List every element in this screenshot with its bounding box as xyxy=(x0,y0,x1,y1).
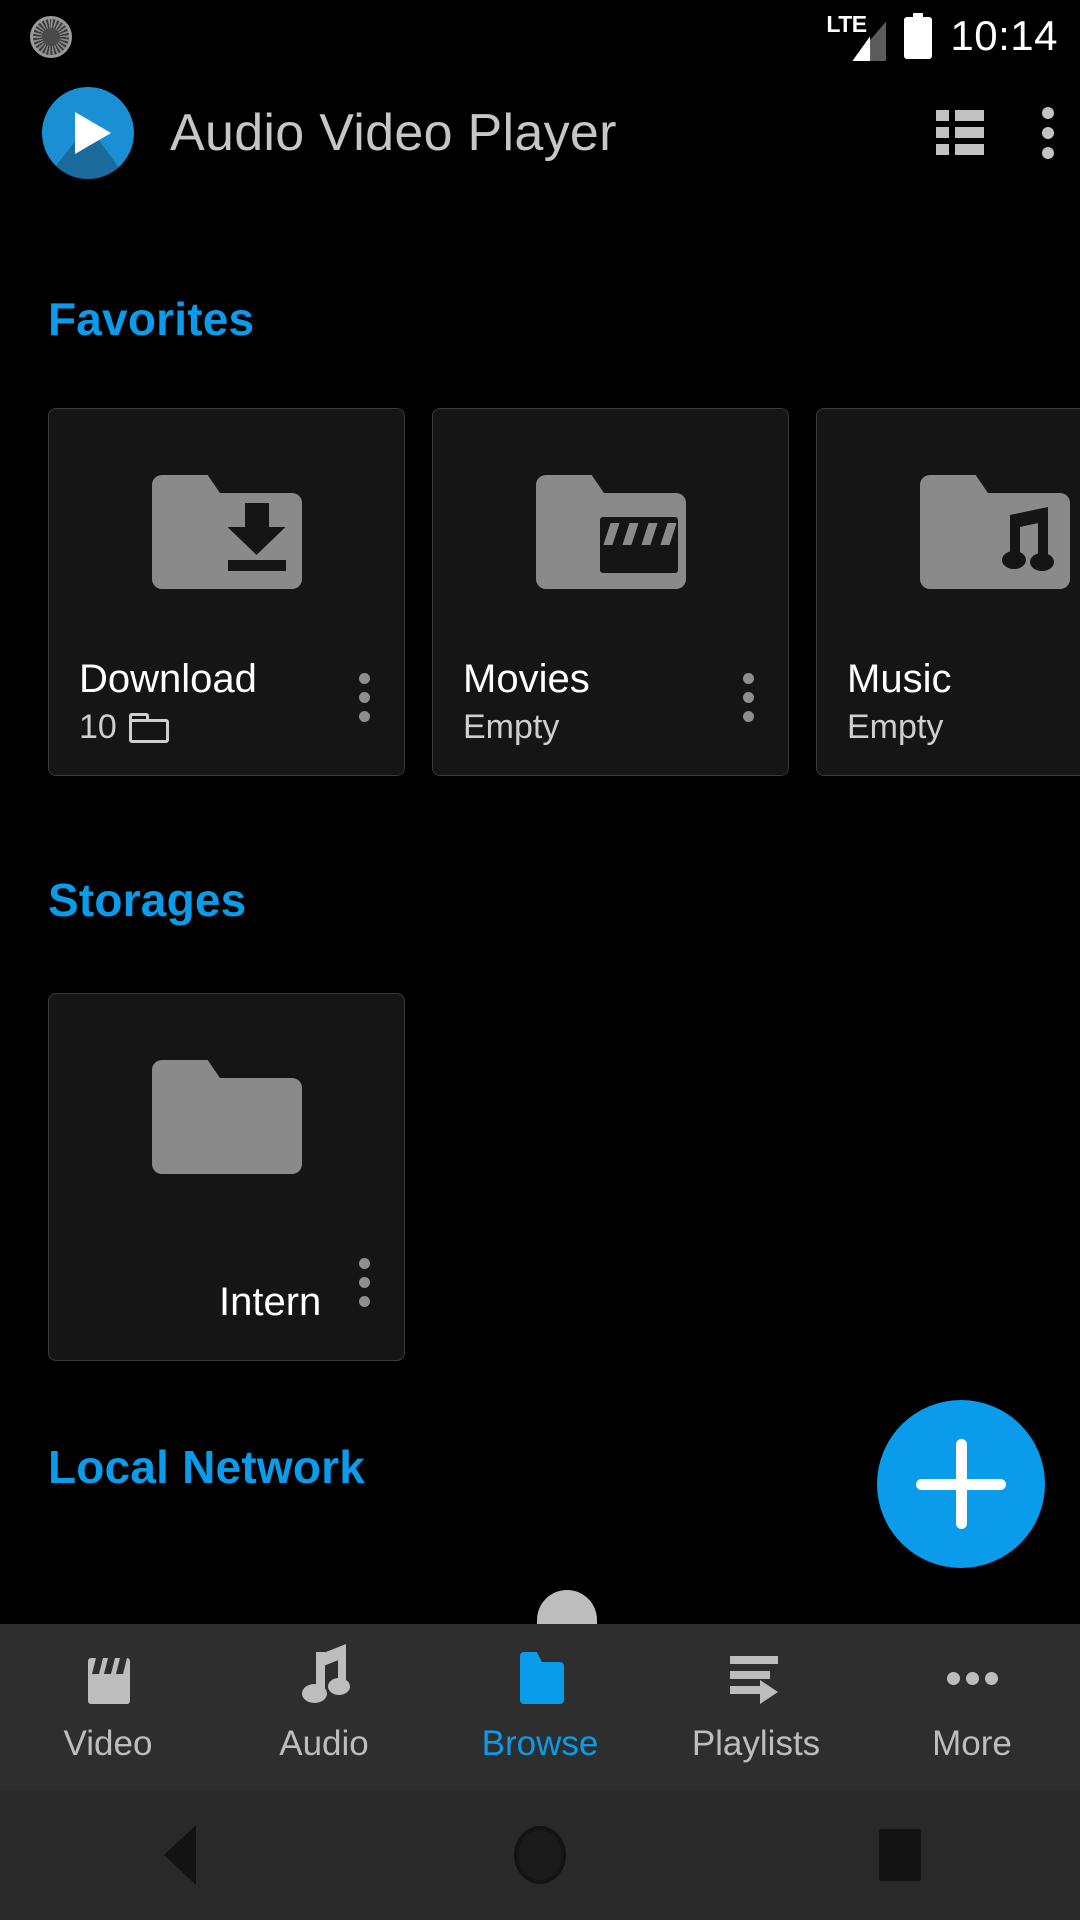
nav-label: Video xyxy=(63,1724,153,1763)
folder-music-icon xyxy=(817,457,1080,607)
folder-icon xyxy=(510,1650,570,1706)
card-overflow-icon[interactable] xyxy=(743,673,754,723)
more-dots-icon xyxy=(942,1650,1002,1706)
card-title: Music xyxy=(847,657,952,701)
back-triangle-icon xyxy=(164,1825,196,1885)
list-view-icon[interactable] xyxy=(936,110,984,156)
storage-card-internal-memory[interactable]: ory Intern xyxy=(48,993,405,1361)
storages-carousel[interactable]: ory Intern xyxy=(0,993,1080,1361)
network-type-label: LTE xyxy=(826,11,867,37)
playlist-icon xyxy=(726,1650,786,1706)
nav-tab-video[interactable]: Video xyxy=(0,1650,216,1764)
section-title-local-network: Local Network xyxy=(48,1441,366,1493)
card-overflow-icon[interactable] xyxy=(359,673,370,723)
add-button[interactable] xyxy=(877,1400,1045,1568)
music-note-icon xyxy=(294,1643,354,1706)
system-navigation-bar xyxy=(0,1790,1080,1920)
card-subtitle-text: Empty xyxy=(463,708,560,746)
phone-screen: LTE 10:14 Audio Video Player Favorites D… xyxy=(0,0,1080,1920)
play-circle-logo-icon xyxy=(42,87,134,179)
storage-card-title-marquee: ory Intern xyxy=(49,1280,339,1332)
system-back-button[interactable] xyxy=(0,1825,360,1885)
nav-label: Audio xyxy=(279,1724,369,1763)
favorite-card-download[interactable]: Download 10 xyxy=(48,408,405,776)
battery-full-icon xyxy=(904,13,933,59)
recents-square-icon xyxy=(879,1829,921,1881)
page-title: Audio Video Player xyxy=(170,104,617,162)
folder-outline-icon xyxy=(128,712,169,743)
nav-tab-playlists[interactable]: Playlists xyxy=(648,1650,864,1764)
nav-tab-audio[interactable]: Audio xyxy=(216,1643,432,1764)
card-title: Movies xyxy=(463,657,590,701)
favorite-card-movies[interactable]: Movies Empty xyxy=(432,408,789,776)
overflow-menu-icon[interactable] xyxy=(1042,107,1054,159)
bottom-navigation: Video Audio Browse Playlists More xyxy=(0,1624,1080,1790)
system-recents-button[interactable] xyxy=(720,1829,1080,1881)
player-panel-handle[interactable] xyxy=(537,1590,597,1624)
nav-label: Playlists xyxy=(691,1724,821,1763)
status-bar-clock: 10:14 xyxy=(950,12,1058,59)
card-subtitle-text: Empty xyxy=(847,708,944,746)
card-subtitle-text: 10 xyxy=(79,708,117,746)
folder-download-icon xyxy=(49,457,404,607)
card-overflow-icon[interactable] xyxy=(359,1258,370,1308)
status-bar-right: LTE 10:14 xyxy=(826,0,1058,72)
signal-bars-icon: LTE xyxy=(826,11,887,61)
nav-tab-more[interactable]: More xyxy=(864,1650,1080,1764)
status-bar: LTE 10:14 xyxy=(0,0,1080,72)
app-bar-actions xyxy=(936,78,1054,188)
card-subtitle: Empty xyxy=(463,708,590,747)
favorites-carousel[interactable]: Download 10 Movies Empty Music Empty xyxy=(0,408,1080,776)
card-title: Download xyxy=(79,657,257,701)
nav-tab-browse[interactable]: Browse xyxy=(432,1650,648,1764)
loading-spinner-icon xyxy=(30,16,72,58)
nav-label: Browse xyxy=(481,1724,599,1763)
folder-icon xyxy=(49,1042,404,1192)
card-subtitle: Empty xyxy=(847,708,951,747)
app-bar: Audio Video Player xyxy=(0,78,1080,188)
section-title-storages: Storages xyxy=(48,874,247,926)
section-title-favorites: Favorites xyxy=(48,293,255,345)
home-circle-icon xyxy=(514,1826,566,1884)
marquee-head-text: Intern xyxy=(219,1280,322,1324)
nav-label: More xyxy=(932,1724,1012,1763)
film-strip-icon xyxy=(78,1650,138,1706)
card-subtitle: 10 xyxy=(79,708,257,747)
favorite-card-music[interactable]: Music Empty xyxy=(816,408,1080,776)
folder-movie-icon xyxy=(433,457,788,607)
system-home-button[interactable] xyxy=(360,1826,720,1884)
